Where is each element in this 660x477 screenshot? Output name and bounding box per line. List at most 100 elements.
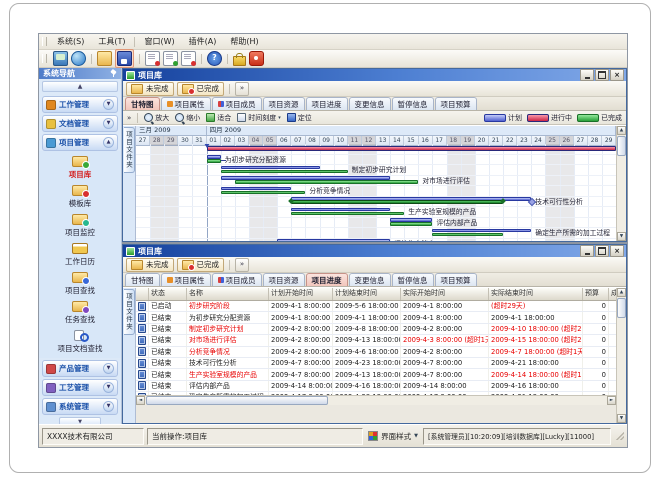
sidebar-group-header[interactable]: 项目管理▲	[42, 134, 118, 151]
sidebar-group-header[interactable]: 产品管理▼	[42, 360, 118, 377]
zoom-out-button[interactable]: 缩小	[175, 113, 200, 123]
sidebar-item[interactable]: 项目查找	[39, 270, 121, 296]
unfinished-filter-button[interactable]: 未完成	[126, 82, 174, 96]
timescale-button[interactable]: 时间刻度▾	[237, 113, 281, 123]
plan-bar[interactable]	[432, 229, 531, 233]
table-row[interactable]: 已结束为初步研究分配资源2009-4-1 8:00:002009-4-1 18:…	[136, 312, 616, 323]
chevron-icon[interactable]: ▼	[103, 401, 114, 412]
sidebar-group-header[interactable]: 系统管理▼	[42, 398, 118, 415]
summary-bar[interactable]	[207, 146, 616, 151]
resize-grip[interactable]	[616, 432, 624, 440]
tab[interactable]: 项目资源	[263, 97, 305, 110]
actual-bar[interactable]	[221, 191, 306, 195]
minimize-button[interactable]	[580, 69, 594, 81]
scrollbar-thumb[interactable]	[617, 136, 626, 156]
sidebar-group-header[interactable]: 文档管理▼	[42, 115, 118, 132]
scrollbar-thumb[interactable]	[146, 396, 328, 405]
toolbar-drag-handle[interactable]	[42, 37, 47, 46]
menu-window[interactable]: 窗口(W)	[137, 34, 181, 49]
tab[interactable]: 暂停信息	[392, 97, 434, 110]
table-row[interactable]: 已结束生产实验室规模的产品2009-4-7 8:00:002009-4-13 1…	[136, 369, 616, 380]
column-header[interactable]: 计划开始时间	[269, 288, 333, 300]
plan-bar[interactable]	[390, 218, 432, 222]
project-folder-side-tab[interactable]: 项目文件夹	[124, 289, 135, 335]
sidebar-item[interactable]: 任务查找	[39, 299, 121, 325]
open-folder-icon[interactable]	[97, 51, 112, 66]
table-row[interactable]: 已启动初步研究阶段2009-4-1 8:00:002009-5-6 18:00:…	[136, 301, 616, 312]
locate-button[interactable]: 定位	[287, 113, 312, 123]
sidebar-group-header[interactable]: 工艺管理▼	[42, 379, 118, 396]
sidebar-scroll-up-button[interactable]: ▲	[42, 81, 118, 92]
tab[interactable]: 项目进度	[306, 273, 348, 286]
chevron-icon[interactable]: ▼	[103, 99, 114, 110]
actual-bar[interactable]	[432, 233, 503, 237]
tab[interactable]: 暂停信息	[392, 273, 434, 286]
more-button[interactable]: »	[235, 82, 249, 96]
column-header[interactable]	[136, 288, 149, 300]
browser-icon[interactable]	[71, 51, 86, 66]
chevron-icon[interactable]: ▼	[103, 363, 114, 374]
column-header[interactable]: 状态	[149, 288, 187, 300]
sidebar-item[interactable]: 项目文档查找	[39, 328, 121, 354]
scroll-right-arrow[interactable]: ►	[607, 396, 616, 405]
table-row[interactable]: 已结束评估内部产品2009-4-14 8:00:002009-4-16 18:0…	[136, 381, 616, 392]
actual-bar[interactable]	[291, 200, 503, 204]
window-title-bar[interactable]: 项目库 ×	[123, 245, 626, 257]
pin-icon[interactable]	[110, 70, 117, 77]
close-button[interactable]: ×	[610, 245, 624, 257]
lock-icon[interactable]	[233, 56, 246, 66]
save-button[interactable]	[115, 49, 134, 68]
gantt-vertical-scrollbar[interactable]: ▲ ▼	[616, 126, 626, 241]
scroll-up-arrow[interactable]: ▲	[617, 288, 626, 297]
column-header[interactable]: 实际开始时间	[401, 288, 489, 300]
table-row[interactable]: 已结束制定初步研究计划2009-4-2 8:00:002009-4-8 18:0…	[136, 324, 616, 335]
help-icon[interactable]: ?	[207, 51, 222, 66]
table-row[interactable]: 已结束对市场进行评估2009-4-2 8:00:002009-4-13 18:0…	[136, 335, 616, 346]
tab[interactable]: 项目进度	[306, 97, 348, 110]
column-header[interactable]: 名称	[187, 288, 269, 300]
sidebar-item[interactable]: 工作日历	[39, 241, 121, 267]
actual-bar[interactable]	[207, 159, 221, 163]
menu-plugins[interactable]: 插件(A)	[182, 34, 224, 49]
actual-bar[interactable]	[291, 212, 404, 216]
tab[interactable]: 项目属性	[161, 273, 211, 286]
system-icon[interactable]	[53, 51, 68, 66]
report-edit-icon[interactable]	[163, 51, 178, 66]
column-header[interactable]: 预算	[583, 288, 609, 300]
tab[interactable]: 项目成员	[212, 97, 262, 110]
column-header[interactable]: 实际结束时间	[489, 288, 583, 300]
scroll-down-arrow[interactable]: ▼	[617, 414, 626, 423]
chevron-icon[interactable]: ▲	[103, 137, 114, 148]
tab[interactable]: 项目预算	[435, 97, 477, 110]
scroll-up-arrow[interactable]: ▲	[617, 126, 626, 135]
plan-bar[interactable]	[207, 155, 221, 159]
plan-bar[interactable]	[291, 208, 390, 212]
tab[interactable]: 项目成员	[212, 273, 262, 286]
table-row[interactable]: 已结束技术可行性分析2009-4-7 8:00:002009-4-23 18:0…	[136, 358, 616, 369]
close-button[interactable]: ×	[610, 69, 624, 81]
tab[interactable]: 变更信息	[349, 273, 391, 286]
ui-style-dropdown[interactable]: 界面样式 ▼	[366, 431, 420, 442]
actual-bar[interactable]	[235, 180, 419, 184]
window-title-bar[interactable]: 项目库 ×	[123, 69, 626, 81]
tab[interactable]: 项目资源	[263, 273, 305, 286]
exit-icon[interactable]	[249, 51, 264, 66]
sidebar-item[interactable]: 项目监控	[39, 212, 121, 238]
table-row[interactable]: 已结束分析竞争情况2009-4-2 8:00:002009-4-6 18:00:…	[136, 347, 616, 358]
scroll-down-arrow[interactable]: ▼	[617, 232, 626, 241]
maximize-button[interactable]	[595, 245, 609, 257]
plan-bar[interactable]	[221, 176, 390, 180]
menu-help[interactable]: 帮助(H)	[223, 34, 265, 49]
report-delete-icon[interactable]	[181, 51, 196, 66]
actual-bar[interactable]	[390, 222, 432, 226]
menu-system[interactable]: 系统(S)	[50, 34, 91, 49]
plan-bar[interactable]	[221, 187, 292, 191]
plan-bar[interactable]	[221, 166, 320, 170]
scrollbar-thumb[interactable]	[617, 298, 626, 318]
report-new-icon[interactable]	[145, 51, 160, 66]
zoom-in-button[interactable]: 放大	[144, 113, 169, 123]
finished-filter-button[interactable]: 已完成	[177, 258, 225, 272]
sidebar-item[interactable]: 项目库	[39, 154, 121, 180]
chevron-icon[interactable]: ▼	[103, 118, 114, 129]
minimize-button[interactable]	[580, 245, 594, 257]
